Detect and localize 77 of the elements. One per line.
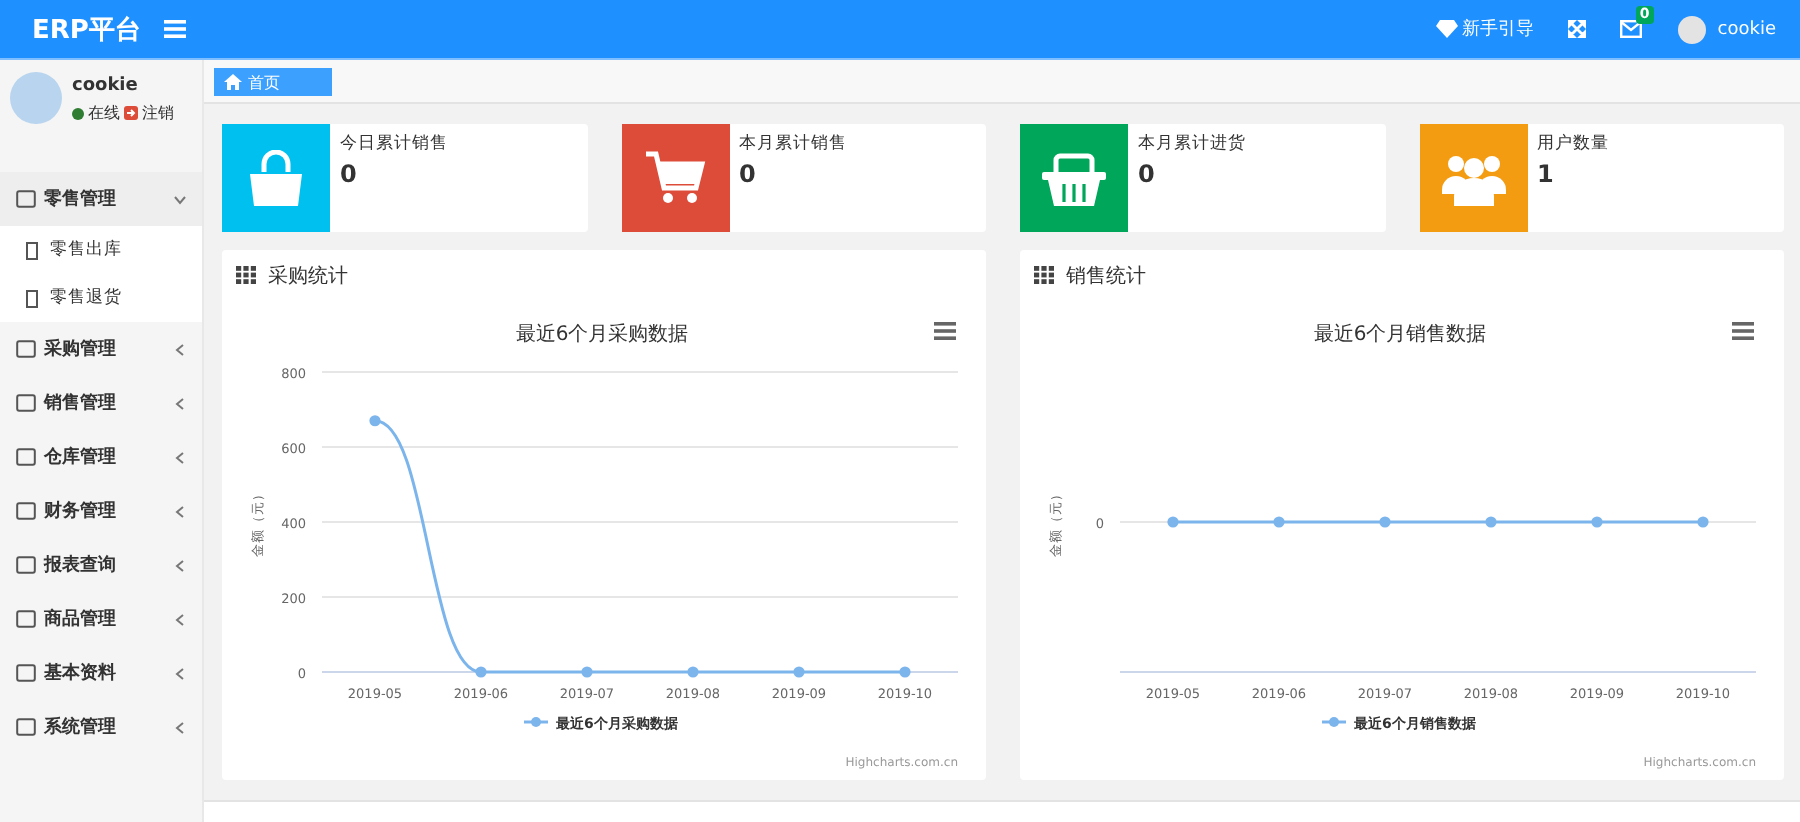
users-icon	[1441, 150, 1505, 206]
sidebar-item[interactable]: 基本资料	[0, 646, 202, 700]
status-label: 在线	[88, 102, 120, 124]
stat-label: 今日累计销售	[340, 132, 448, 156]
data-point	[1273, 516, 1285, 528]
shopping-bag-icon	[246, 150, 306, 206]
sidebar-item[interactable]: 仓库管理	[0, 430, 202, 484]
square-icon	[16, 610, 36, 628]
logout-link[interactable]: 注销	[142, 102, 174, 124]
sidebar-subitem[interactable]: 零售退货	[0, 274, 202, 322]
data-point	[1697, 516, 1709, 528]
basket-icon	[1042, 150, 1106, 206]
avatar-icon	[10, 72, 62, 124]
sidebar-item[interactable]: 财务管理	[0, 484, 202, 538]
rectangle-icon	[26, 289, 38, 307]
avatar-icon[interactable]	[1677, 15, 1706, 43]
chevron-left-icon	[174, 343, 186, 355]
stat-label: 本月累计销售	[739, 132, 847, 156]
menu-icon[interactable]	[934, 322, 956, 340]
square-icon	[16, 394, 36, 412]
data-point	[581, 666, 593, 678]
legend-marker-icon	[524, 717, 548, 727]
menu-icon[interactable]	[164, 20, 187, 38]
stat-value: 1	[1537, 160, 1556, 188]
sidebar-subitem[interactable]: 零售出库	[0, 226, 202, 274]
mail-icon[interactable]	[1619, 20, 1642, 38]
diamond-icon	[1435, 20, 1458, 38]
legend-marker-icon	[1322, 717, 1346, 727]
sidebar-item[interactable]: 采购管理	[0, 322, 202, 376]
home-icon	[224, 74, 242, 90]
user-name: cookie	[72, 76, 140, 96]
square-icon	[16, 664, 36, 682]
stat-value: 0	[739, 160, 758, 188]
chevron-left-icon	[174, 451, 186, 463]
chevron-left-icon	[174, 613, 186, 625]
square-icon	[16, 448, 36, 466]
menu-icon[interactable]	[1732, 322, 1754, 340]
square-icon	[16, 718, 36, 736]
fullscreen-icon[interactable]	[1567, 20, 1586, 38]
square-icon	[16, 190, 36, 208]
chevron-left-icon	[174, 559, 186, 571]
data-point	[1167, 516, 1179, 528]
data-point	[687, 666, 699, 678]
panel-title: 采购统计	[268, 263, 348, 289]
data-point	[1591, 516, 1603, 528]
rectangle-icon	[26, 241, 38, 259]
chevron-left-icon	[174, 397, 186, 409]
sidebar-item[interactable]: 商品管理	[0, 592, 202, 646]
cart-icon	[645, 150, 705, 206]
sidebar-item[interactable]: 销售管理	[0, 376, 202, 430]
stat-value: 0	[340, 160, 359, 188]
grid-icon	[236, 266, 256, 284]
chart-title: 最近6个月销售数据	[1313, 324, 1487, 346]
data-point	[899, 666, 911, 678]
square-icon	[16, 340, 36, 358]
data-point	[793, 666, 805, 678]
chevron-left-icon	[174, 505, 186, 517]
square-icon	[16, 556, 36, 574]
stat-label: 本月累计进货	[1138, 132, 1246, 156]
grid-icon	[1034, 266, 1054, 284]
stat-value: 0	[1138, 160, 1157, 188]
data-point	[1485, 516, 1497, 528]
data-point	[369, 415, 381, 427]
chevron-left-icon	[174, 667, 186, 679]
square-icon	[16, 502, 36, 520]
stat-label: 用户数量	[1537, 132, 1609, 156]
chart-title: 最近6个月采购数据	[515, 324, 689, 346]
data-point	[475, 666, 487, 678]
sidebar-item[interactable]: 系统管理	[0, 700, 202, 754]
data-point	[1379, 516, 1391, 528]
sidebar-item[interactable]: 零售管理	[0, 172, 202, 226]
app-title: ERP平台	[32, 13, 141, 47]
sidebar-item[interactable]: 报表查询	[0, 538, 202, 592]
panel-title: 销售统计	[1066, 263, 1146, 289]
chevron-left-icon	[174, 721, 186, 733]
chevron-down-icon	[174, 193, 186, 205]
logout-icon	[124, 106, 138, 120]
